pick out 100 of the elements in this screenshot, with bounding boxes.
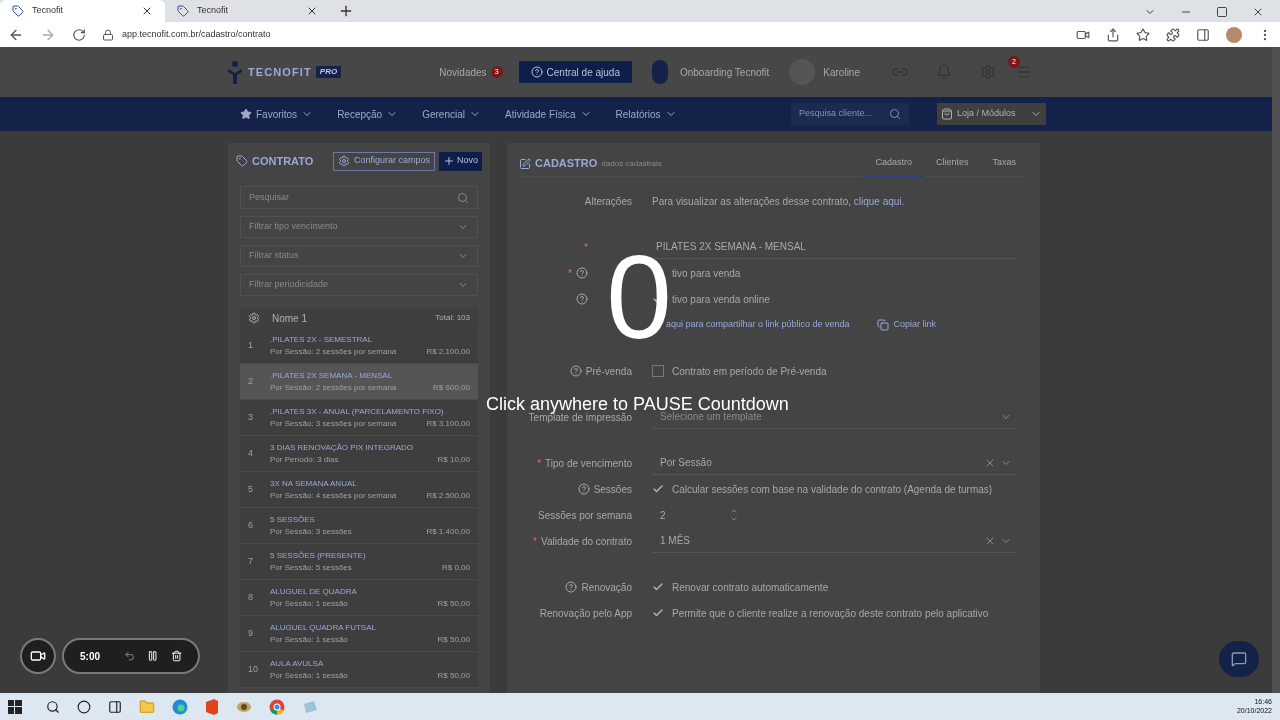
configure-fields-button[interactable]: Configurar campos [332,151,435,171]
client-search-field[interactable]: Pesquisa cliente... [791,103,909,125]
news-link[interactable]: Novidades [439,64,487,80]
contract-row[interactable]: 8 ALUGUEL DE QUADRA Por Sessão: 1 sessão R$ 50,00 [240,580,478,616]
select-field[interactable]: 1 MÊS [652,529,1016,553]
row-number: 7 [248,554,254,568]
contract-name: .PILATES 2X SEMANA - MENSAL [270,369,394,382]
browser-tab[interactable]: Tecnofit [165,0,330,22]
bookmark-icon[interactable] [1136,27,1150,42]
contract-row[interactable]: 5 3X NA SEMANA ANUAL Por Sessão: 4 sessões por semana R$ 2.500,00 [240,472,478,508]
contract-row[interactable]: 7 5 SESSÕES (PRESENTE) Por Sessão: 5 sessões R$ 0,00 [240,544,478,580]
contract-row[interactable]: 9 ALUGUEL QUADRA FUTSAL Por Sessão: 1 sessão R$ 50,00 [240,616,478,652]
contract-price: R$ 0,00 [441,561,470,574]
contract-name: .PILATES 2X - SEMESTRAL [270,333,374,346]
close-icon[interactable] [1252,6,1264,18]
text-field[interactable]: PILATES 2X SEMANA - MENSAL [652,235,1016,259]
side-panel-icon[interactable] [1196,27,1210,42]
extensions-icon[interactable] [1166,27,1180,42]
nav-item[interactable]: Gerencial [422,106,481,122]
contract-price: R$ 10,00 [437,453,470,466]
bag-icon [941,108,953,120]
star-icon [240,108,252,120]
select-field[interactable]: Por Sessão [652,451,1016,475]
number-field[interactable]: 2 [652,504,738,526]
search-icon[interactable] [46,699,60,714]
checkbox-label: Renovar contrato automaticamente [672,580,829,595]
filter-select[interactable]: Filtrar tipo vencimento [240,216,478,238]
filter-select[interactable]: Filtrar status [240,245,478,267]
nav-item[interactable]: Favoritos [240,106,314,122]
copy-icon [877,319,890,331]
contract-detail: Por Sessão: 5 sessões [270,561,352,574]
contract-row[interactable]: 10 AULA AVULSA Por Sessão: 1 sessão R$ 50,00 [240,652,478,688]
onboarding-link[interactable]: Onboarding Tecnofit [679,64,770,80]
required-mark: * [533,534,537,549]
search-field[interactable]: Pesquisar [240,186,478,209]
office-icon[interactable] [205,698,219,715]
nav-item[interactable]: Relatórios [615,106,677,122]
contract-price: R$ 50,00 [437,597,470,610]
pause-icon[interactable] [147,649,159,663]
required-mark: * [584,240,588,255]
field-label: Alterações [584,194,632,209]
field-label: Validade do contrato [541,534,632,549]
browser-tab[interactable]: Tecnofit [0,0,165,22]
avatar[interactable] [1226,26,1242,43]
restore-icon[interactable] [1216,6,1228,18]
panel-title: CONTRATO [252,153,315,169]
contract-price: R$ 2.100,00 [426,345,470,358]
share-icon[interactable] [1106,27,1120,42]
filter-select[interactable]: Filtrar periodicidade [240,274,478,296]
row-number: 1 [248,338,254,352]
task-view-icon[interactable] [108,699,122,714]
chat-button[interactable] [1219,641,1259,677]
lock-icon[interactable] [102,28,114,41]
column-title: Nome 1 [272,311,308,326]
help-button[interactable]: Central de ajuda [518,61,632,83]
contract-detail: Por Sessão: 2 sessões por semana [270,345,397,358]
windows-icon[interactable] [8,699,22,714]
row-number: 8 [248,590,254,604]
new-button[interactable]: Novo [439,151,482,171]
contract-detail: Por Sessão: 3 sessões por semana [270,417,397,430]
contract-row[interactable]: 3 .PILATES 3X - ANUAL (PARCELAMENTO FIXO) Por Sessão: 3 sessões por semana R$ 3.100,00 [240,400,478,436]
form-tab[interactable]: Clientes [923,150,981,177]
link[interactable]: clique aqui. [853,195,905,207]
contract-row[interactable]: 6 5 SESSÕES Por Sessão: 3 sessões R$ 1.400,00 [240,508,478,544]
user-name[interactable]: Karoline [823,64,860,80]
form-tab[interactable]: Taxas [980,150,1028,177]
camera-button[interactable] [20,638,56,674]
new-tab-icon[interactable] [338,3,354,19]
nav-item[interactable]: Atividade Física [504,106,592,122]
chrome-icon[interactable] [269,698,285,715]
contract-row[interactable]: 1 .PILATES 2X - SEMESTRAL Por Sessão: 2 sessões por semana R$ 2.100,00 [240,328,478,364]
row-number: 6 [248,518,254,532]
row-number: 4 [248,446,254,460]
contract-price: R$ 50,00 [437,669,470,682]
search-icon [889,108,901,120]
share-link[interactable]: aqui para compartilhar o link público de venda [666,318,850,332]
row-number: 3 [248,410,254,424]
browser-icon[interactable] [172,698,188,715]
address-field[interactable]: app.tecnofit.com.br/cadastro/contrato [122,27,271,42]
undo-icon[interactable] [124,649,136,663]
contract-detail: Por Sessão: 3 sessões [270,525,352,538]
trash-icon[interactable] [170,649,182,663]
reload-icon[interactable] [72,27,86,42]
stepper-icon[interactable] [730,507,738,523]
store-button[interactable]: Loja / Módulos [937,103,1046,125]
settings-icon[interactable] [248,312,260,324]
circle-icon[interactable] [77,699,91,714]
contract-row[interactable]: 4 3 DIAS RENOVAÇÃO PIX INTEGRADO Por Período: 3 dias R$ 10,00 [240,436,478,472]
contract-name: 5 SESSÕES [270,513,316,526]
field-label: Renovação [581,580,632,595]
row-number: 5 [248,482,254,496]
note-text: Para visualizar as alterações desse contrato, clique aqui. [652,194,905,209]
required-mark: * [537,456,542,471]
field-label: Pré-venda [585,364,632,379]
close-icon[interactable] [306,5,318,17]
nav-item[interactable]: Recepção [337,106,399,122]
copy-link-button[interactable]: Copiar link [877,318,936,332]
tag-icon [236,155,248,167]
form-tab[interactable]: Cadastro [863,150,924,177]
close-icon[interactable] [141,5,153,17]
